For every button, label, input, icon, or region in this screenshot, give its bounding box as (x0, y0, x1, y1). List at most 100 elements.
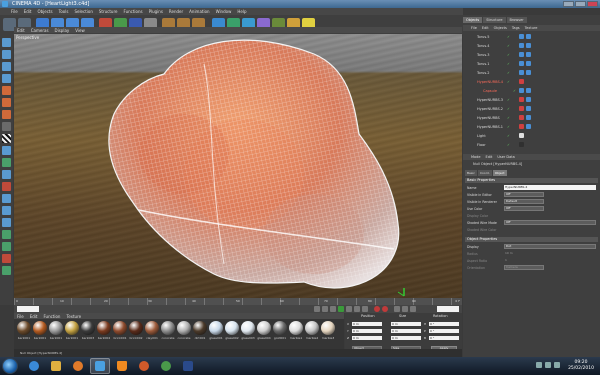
sculpt-icon[interactable] (2, 146, 11, 155)
brush-icon[interactable] (2, 254, 11, 263)
om-menu-edit[interactable]: Edit (482, 26, 489, 30)
visibility-check-icon[interactable]: ✓ (507, 125, 510, 129)
texture-tag-icon[interactable] (526, 124, 531, 129)
rotation-p-field[interactable]: 0 ° (429, 329, 459, 333)
attr-tab-object[interactable]: Object (492, 170, 507, 176)
tab-objects[interactable]: Objects (463, 17, 483, 23)
material-swatch[interactable]: marble1 (288, 321, 304, 340)
position-x-field[interactable]: 0 m (352, 322, 382, 326)
texture-tag-icon[interactable] (526, 34, 531, 39)
menu-objects[interactable]: Objects (37, 9, 52, 14)
object-tag-icon[interactable] (519, 79, 524, 84)
next-key-icon[interactable] (354, 306, 360, 312)
menu-structure[interactable]: Structure (99, 9, 118, 14)
attr-tab-basic[interactable]: Basic (465, 170, 477, 176)
goto-end-icon[interactable] (362, 306, 368, 312)
taskbar-ie[interactable] (24, 358, 44, 374)
om-menu-tags[interactable]: Tags (512, 26, 520, 30)
object-tag-icon[interactable] (519, 124, 524, 129)
name-input[interactable]: HyperNURBS.4 (504, 185, 596, 190)
texture-tag-icon[interactable] (526, 52, 531, 57)
material-swatch[interactable]: concrete (160, 321, 176, 340)
menu-plugins[interactable]: Plugins (149, 9, 163, 14)
close-button[interactable] (587, 1, 598, 7)
viewport-menu-cameras[interactable]: Cameras (31, 28, 49, 33)
material-swatch[interactable]: brick001 (112, 321, 128, 340)
animation-mode-icon[interactable] (2, 122, 11, 131)
material-swatch[interactable]: glass001 (208, 321, 224, 340)
taskbar-chrome[interactable] (156, 358, 176, 374)
visibility-check-icon[interactable]: ✓ (507, 116, 510, 120)
clock[interactable]: 09:20 25/02/2010 (568, 360, 594, 372)
record-icon[interactable] (374, 306, 380, 312)
display-select[interactable]: Dot (504, 244, 596, 249)
menu-animation[interactable]: Animation (189, 9, 209, 14)
mat-menu-function[interactable]: Function (43, 314, 60, 319)
object-tag-icon[interactable] (519, 88, 524, 93)
attr-menu-mode[interactable]: Mode (471, 155, 481, 159)
taskbar-explorer[interactable] (46, 358, 66, 374)
visible-editor-select[interactable]: Off (504, 192, 544, 197)
viewport-menu-edit[interactable]: Edit (17, 28, 25, 33)
texture-tag-icon[interactable] (526, 88, 531, 93)
mat-menu-texture[interactable]: Texture (66, 314, 81, 319)
tab-structure[interactable]: Structure (483, 17, 506, 23)
object-row[interactable]: Torus.5 ✓ (469, 33, 597, 41)
object-tag-icon[interactable] (519, 43, 524, 48)
object-mode-icon[interactable] (2, 50, 11, 59)
layer-icon[interactable] (2, 242, 11, 251)
bodypaint-icon[interactable] (2, 194, 11, 203)
material-swatch[interactable]: bark001 (16, 321, 32, 340)
texture-tag-icon[interactable] (526, 97, 531, 102)
object-tag-icon[interactable] (519, 142, 524, 147)
network-icon[interactable] (536, 362, 542, 368)
visibility-check-icon[interactable]: ✓ (507, 98, 510, 102)
visibility-check-icon[interactable]: ✓ (507, 53, 510, 57)
visibility-check-icon[interactable]: ✓ (507, 71, 510, 75)
attr-menu-edit[interactable]: Edit (486, 155, 493, 159)
rotation-b-field[interactable]: 0 ° (429, 336, 459, 340)
key-position-icon[interactable] (394, 306, 400, 312)
om-menu-objects[interactable]: Objects (494, 26, 507, 30)
menu-edit[interactable]: Edit (24, 9, 32, 14)
taskbar-media[interactable] (68, 358, 88, 374)
position-z-field[interactable]: 0 m (352, 336, 382, 340)
taskbar-firefox[interactable] (134, 358, 154, 374)
object-tag-icon[interactable] (519, 97, 524, 102)
menu-file[interactable]: File (11, 9, 18, 14)
object-row[interactable]: Light ✓ (469, 132, 597, 140)
object-row[interactable]: HyperNURBS.2 ✓ (469, 105, 597, 113)
workplane-icon[interactable] (2, 170, 11, 179)
taskbar-cinema4d[interactable] (90, 358, 110, 374)
flag-icon[interactable] (554, 362, 560, 368)
maximize-button[interactable] (575, 1, 586, 7)
material-swatch[interactable]: gold001 (272, 321, 288, 340)
texture-mode-icon[interactable] (2, 62, 11, 71)
object-row[interactable]: HyperNURBS ✓ (469, 114, 597, 122)
model-mode-icon[interactable] (2, 38, 11, 47)
next-frame-icon[interactable] (346, 306, 352, 312)
prev-key-icon[interactable] (322, 306, 328, 312)
use-color-select[interactable]: Off (504, 206, 544, 211)
goto-start-icon[interactable] (314, 306, 320, 312)
texture-tag-icon[interactable] (526, 115, 531, 120)
object-row[interactable]: HyperNURBS.1 ✓ (469, 123, 597, 131)
minimize-button[interactable] (563, 1, 574, 7)
material-swatch[interactable]: bark001 (48, 321, 64, 340)
viewport-menu-display[interactable]: Display (55, 28, 70, 33)
material-swatch[interactable]: bark001 (32, 321, 48, 340)
viewport-menu-view[interactable]: View (75, 28, 85, 33)
menu-window[interactable]: Window (216, 9, 232, 14)
start-frame-field[interactable] (17, 306, 39, 312)
visibility-check-icon[interactable]: ✓ (507, 62, 510, 66)
visibility-check-icon[interactable]: ✓ (507, 143, 510, 147)
points-mode-icon[interactable] (2, 86, 11, 95)
snap-icon[interactable] (2, 158, 11, 167)
material-swatch[interactable]: bark001 (64, 321, 80, 340)
attr-tab-coord[interactable]: Coord. (477, 170, 492, 176)
tweak-mode-icon[interactable] (2, 182, 11, 191)
visibility-check-icon[interactable]: ✓ (507, 134, 510, 138)
visibility-check-icon[interactable]: ✓ (507, 80, 510, 84)
object-tag-icon[interactable] (519, 133, 524, 138)
uv-polygons-icon[interactable] (2, 218, 11, 227)
